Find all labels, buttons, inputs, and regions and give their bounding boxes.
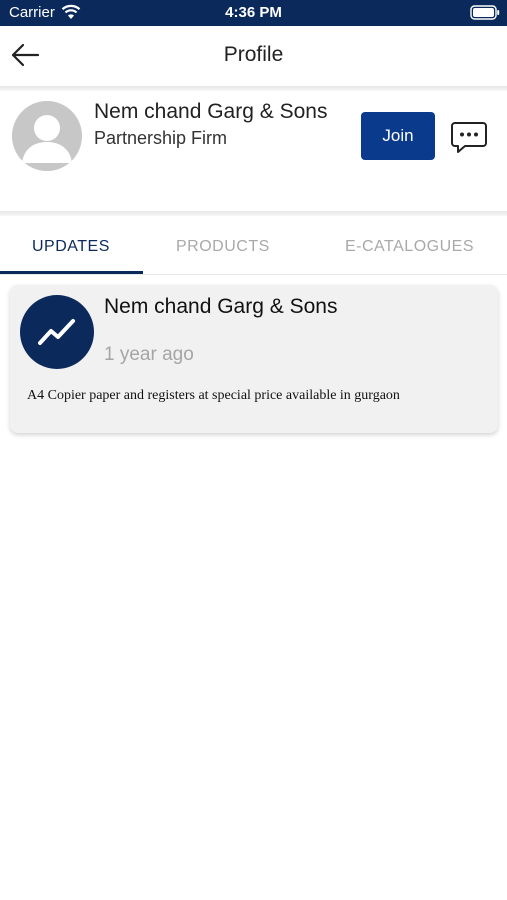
profile-header: Nem chand Garg & Sons Partnership Firm J…	[0, 91, 507, 211]
tab-e-catalogues[interactable]: E-CATALOGUES	[345, 238, 474, 256]
profile-type: Partnership Firm	[94, 128, 228, 148]
profile-divider	[0, 211, 507, 216]
person-icon	[12, 101, 82, 171]
tab-updates[interactable]: UPDATES	[32, 238, 110, 256]
battery-icon	[470, 5, 500, 24]
status-time: 4:36 PM	[225, 4, 282, 21]
tab-bar: UPDATES PRODUCTS E-CATALOGUES	[0, 218, 507, 275]
trending-up-icon	[20, 295, 94, 369]
page-title: Profile	[223, 43, 284, 66]
join-button[interactable]: Join	[361, 112, 435, 160]
arrow-left-icon[interactable]	[10, 42, 40, 73]
update-author: Nem chand Garg & Sons	[104, 295, 338, 318]
profile-name: Nem chand Garg & Sons	[94, 100, 328, 123]
status-bar: Carrier 4:36 PM	[0, 0, 507, 26]
chat-bubble-icon[interactable]	[450, 121, 488, 160]
update-content: A4 Copier paper and registers at special…	[27, 388, 400, 403]
nav-bar: Profile	[0, 26, 507, 86]
active-tab-indicator	[0, 271, 143, 274]
tab-products[interactable]: PRODUCTS	[176, 238, 270, 256]
update-time: 1 year ago	[104, 344, 194, 365]
update-card[interactable]: Nem chand Garg & Sons 1 year ago A4 Copi…	[10, 285, 498, 433]
